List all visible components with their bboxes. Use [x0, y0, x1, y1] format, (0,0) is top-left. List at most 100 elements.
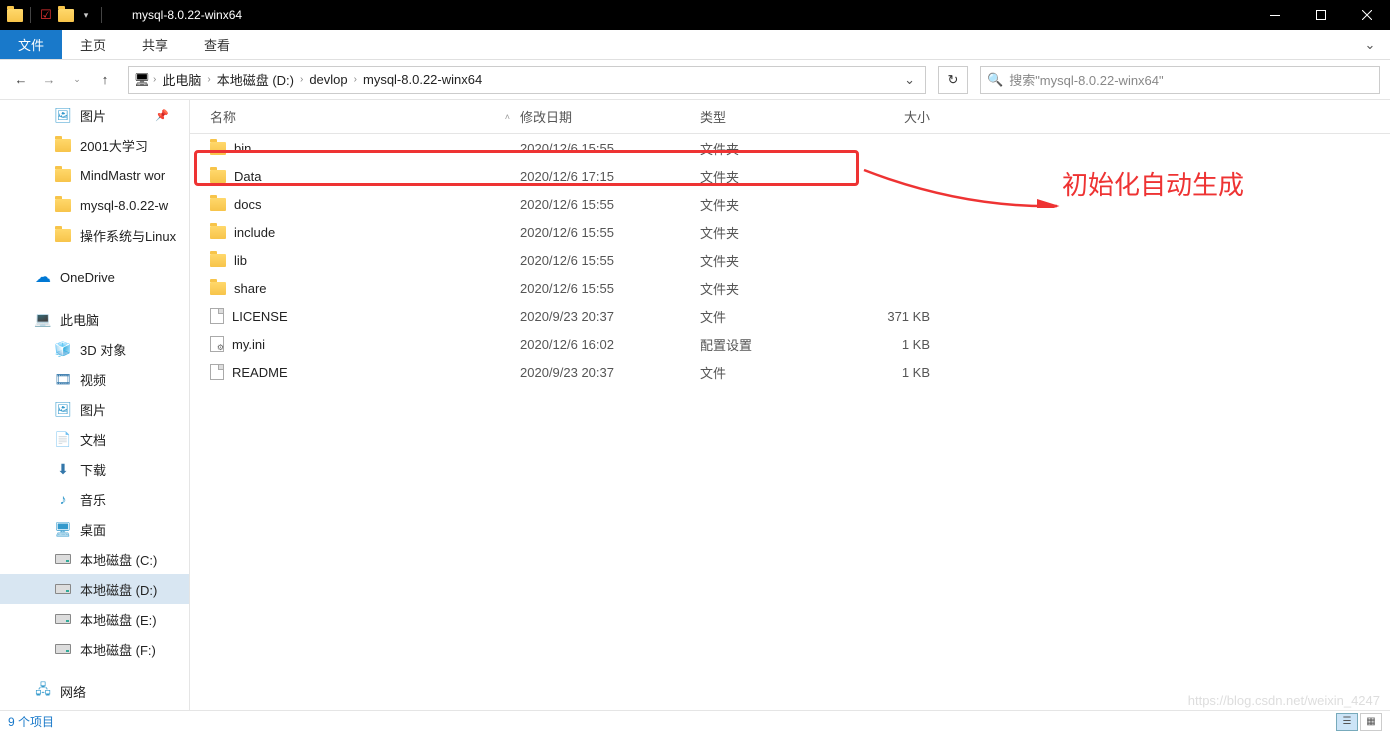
- file-tab[interactable]: 文件: [0, 30, 62, 59]
- music-icon: ♪: [54, 490, 72, 508]
- onedrive-icon: ☁: [34, 268, 52, 286]
- file-date: 2020/12/6 15:55: [520, 281, 700, 296]
- sidebar-item[interactable]: 本地磁盘 (F:): [0, 634, 189, 664]
- file-date: 2020/12/6 15:55: [520, 225, 700, 240]
- refresh-button[interactable]: ↻: [938, 66, 968, 94]
- file-size: 371 KB: [850, 309, 940, 324]
- tab-view[interactable]: 查看: [186, 30, 248, 59]
- sidebar-item[interactable]: ♪ 音乐: [0, 484, 189, 514]
- file-name: share: [234, 281, 267, 296]
- file-row[interactable]: LICENSE2020/9/23 20:37文件371 KB: [190, 302, 1390, 330]
- column-name[interactable]: 名称˄: [190, 107, 520, 126]
- file-name: docs: [234, 197, 261, 212]
- file-date: 2020/12/6 17:15: [520, 169, 700, 184]
- file-type: 文件夹: [700, 279, 850, 298]
- sidebar-item-label: 视频: [80, 370, 106, 389]
- quick-access-toolbar: ☑ ▾: [0, 6, 112, 24]
- sidebar-item-label: 文档: [80, 430, 106, 449]
- sidebar-item[interactable]: 🎞视频: [0, 364, 189, 394]
- qat-dropdown-icon[interactable]: ▾: [77, 6, 95, 24]
- file-name: bin: [234, 141, 251, 156]
- folder-icon: [210, 226, 226, 239]
- sidebar-item[interactable]: 操作系统与Linux: [0, 220, 189, 250]
- file-type: 文件夹: [700, 195, 850, 214]
- sidebar-item[interactable]: 🖼图片📌: [0, 100, 189, 130]
- sidebar-item[interactable]: 🖼图片: [0, 394, 189, 424]
- breadcrumb-seg[interactable]: devlop: [303, 72, 353, 87]
- sidebar-item[interactable]: MindMastr wor: [0, 160, 189, 190]
- column-type[interactable]: 类型: [700, 107, 850, 126]
- minimize-button[interactable]: [1252, 0, 1298, 30]
- file-row[interactable]: lib2020/12/6 15:55文件夹: [190, 246, 1390, 274]
- file-type: 文件: [700, 307, 850, 326]
- file-row[interactable]: bin2020/12/6 15:55文件夹: [190, 134, 1390, 162]
- window-controls: [1252, 0, 1390, 30]
- sidebar-item[interactable]: ☁OneDrive: [0, 262, 189, 292]
- file-type: 文件夹: [700, 139, 850, 158]
- downloads-icon: ⬇: [54, 460, 72, 478]
- qat-folder-icon[interactable]: [57, 6, 75, 24]
- folder-icon: [210, 170, 226, 183]
- pin-icon: 📌: [155, 109, 169, 122]
- folder-icon: [54, 166, 72, 184]
- navigation-bar: ← → ⌄ ↑ 🖥 › 此电脑 › 本地磁盘 (D:) › devlop › m…: [0, 60, 1390, 100]
- file-list: bin2020/12/6 15:55文件夹Data2020/12/6 17:15…: [190, 134, 1390, 386]
- content-pane: 名称˄ 修改日期 类型 大小 bin2020/12/6 15:55文件夹Data…: [190, 100, 1390, 710]
- breadcrumb-dropdown[interactable]: ⌄: [898, 72, 921, 88]
- breadcrumb-seg[interactable]: 本地磁盘 (D:): [211, 70, 300, 89]
- close-button[interactable]: [1344, 0, 1390, 30]
- up-button[interactable]: ↑: [94, 69, 116, 91]
- sidebar-item[interactable]: 🧊3D 对象: [0, 334, 189, 364]
- file-row[interactable]: Data2020/12/6 17:15文件夹: [190, 162, 1390, 190]
- file-size: 1 KB: [850, 337, 940, 352]
- view-details-button[interactable]: ☰: [1336, 713, 1358, 731]
- folder-icon: [210, 198, 226, 211]
- sidebar-item[interactable]: 💻此电脑: [0, 304, 189, 334]
- qat-checkbox-icon[interactable]: ☑: [37, 6, 55, 24]
- file-type: 文件夹: [700, 251, 850, 270]
- app-folder-icon: [6, 6, 24, 24]
- search-icon: 🔍: [987, 72, 1003, 88]
- breadcrumb[interactable]: 🖥 › 此电脑 › 本地磁盘 (D:) › devlop › mysql-8.0…: [128, 66, 926, 94]
- file-row[interactable]: share 2020/12/6 15:55文件夹: [190, 274, 1390, 302]
- search-input[interactable]: 🔍 搜索"mysql-8.0.22-winx64": [980, 66, 1380, 94]
- sidebar-item[interactable]: ⬇下载: [0, 454, 189, 484]
- sidebar[interactable]: 🖼图片📌2001大学习MindMastr wormysql-8.0.22-w操作…: [0, 100, 190, 710]
- sidebar-item[interactable]: 本地磁盘 (E:): [0, 604, 189, 634]
- file-row[interactable]: README2020/9/23 20:37文件1 KB: [190, 358, 1390, 386]
- sidebar-item[interactable]: mysql-8.0.22-w: [0, 190, 189, 220]
- breadcrumb-seg[interactable]: mysql-8.0.22-winx64: [357, 72, 488, 87]
- thispc-icon: 💻: [34, 310, 52, 328]
- statusbar: 9 个项目 ☰ ▦: [0, 710, 1390, 732]
- back-button[interactable]: ←: [10, 69, 32, 91]
- column-date[interactable]: 修改日期: [520, 107, 700, 126]
- sidebar-item[interactable]: 📄文档: [0, 424, 189, 454]
- breadcrumb-seg[interactable]: 此电脑: [156, 70, 207, 89]
- sidebar-item-label: MindMastr wor: [80, 168, 165, 183]
- sidebar-item[interactable]: 本地磁盘 (D:): [0, 574, 189, 604]
- folder-icon: [210, 254, 226, 267]
- file-row[interactable]: my.ini2020/12/6 16:02配置设置1 KB: [190, 330, 1390, 358]
- tab-share[interactable]: 共享: [124, 30, 186, 59]
- forward-button[interactable]: →: [38, 69, 60, 91]
- folder-icon: [54, 136, 72, 154]
- sidebar-item[interactable]: 本地磁盘 (C:): [0, 544, 189, 574]
- recent-dropdown[interactable]: ⌄: [66, 69, 88, 91]
- tab-home[interactable]: 主页: [62, 30, 124, 59]
- window-title: mysql-8.0.22-winx64: [112, 8, 242, 22]
- file-row[interactable]: include2020/12/6 15:55文件夹: [190, 218, 1390, 246]
- maximize-button[interactable]: [1298, 0, 1344, 30]
- sidebar-item-label: 音乐: [80, 490, 106, 509]
- file-type: 文件夹: [700, 223, 850, 242]
- sidebar-item[interactable]: 🖥桌面: [0, 514, 189, 544]
- file-type: 文件夹: [700, 167, 850, 186]
- file-date: 2020/12/6 15:55: [520, 253, 700, 268]
- sidebar-item-label: 本地磁盘 (D:): [80, 580, 157, 599]
- sidebar-item[interactable]: 2001大学习: [0, 130, 189, 160]
- ribbon-expand-button[interactable]: ⌄: [1350, 30, 1390, 59]
- sidebar-item[interactable]: 🖧网络: [0, 676, 189, 706]
- file-type: 配置设置: [700, 335, 850, 354]
- column-size[interactable]: 大小: [850, 107, 940, 126]
- file-row[interactable]: docs2020/12/6 15:55文件夹: [190, 190, 1390, 218]
- view-thumbnails-button[interactable]: ▦: [1360, 713, 1382, 731]
